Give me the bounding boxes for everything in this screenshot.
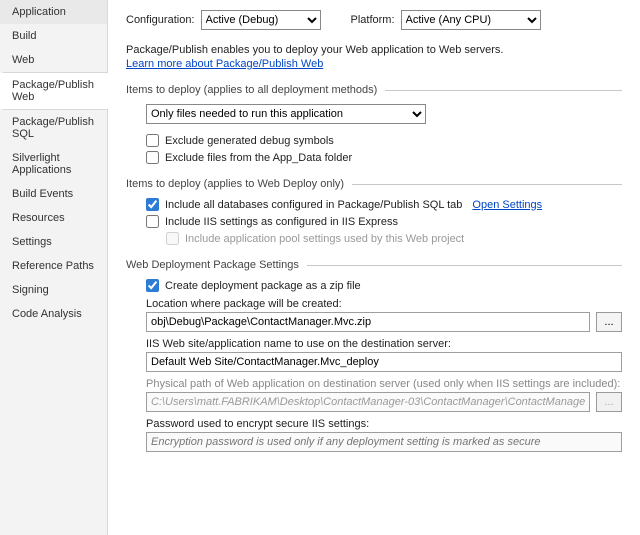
create-zip-checkbox[interactable] bbox=[146, 279, 159, 292]
include-apppool-label: Include application pool settings used b… bbox=[185, 233, 464, 245]
divider bbox=[352, 184, 622, 185]
sidebar-item-build[interactable]: Build bbox=[0, 24, 107, 48]
exclude-debug-label: Exclude generated debug symbols bbox=[165, 135, 334, 147]
include-iis-label: Include IIS settings as configured in II… bbox=[165, 216, 398, 228]
sidebar-item-package-publish-web[interactable]: Package/Publish Web bbox=[0, 72, 108, 110]
group-title: Items to deploy (applies to Web Deploy o… bbox=[126, 178, 344, 190]
sidebar-item-package-publish-sql[interactable]: Package/Publish SQL bbox=[0, 110, 107, 146]
location-label: Location where package will be created: bbox=[146, 298, 622, 310]
items-to-deploy-all-group: Items to deploy (applies to all deployme… bbox=[126, 84, 622, 164]
intro-text: Package/Publish enables you to deploy yo… bbox=[126, 44, 622, 56]
platform-combo[interactable]: Active (Any CPU) bbox=[401, 10, 541, 30]
exclude-appdata-checkbox[interactable] bbox=[146, 151, 159, 164]
items-to-deploy-webdeploy-group: Items to deploy (applies to Web Deploy o… bbox=[126, 178, 622, 245]
physical-path-input bbox=[146, 392, 590, 412]
package-publish-web-panel: Configuration: Active (Debug) Platform: … bbox=[108, 0, 640, 535]
sidebar-item-settings[interactable]: Settings bbox=[0, 230, 107, 254]
sidebar-item-web[interactable]: Web bbox=[0, 48, 107, 72]
iis-site-label: IIS Web site/application name to use on … bbox=[146, 338, 622, 350]
items-to-deploy-combo[interactable]: Only files needed to run this applicatio… bbox=[146, 104, 426, 124]
sidebar-item-application[interactable]: Application bbox=[0, 0, 107, 24]
location-browse-button[interactable]: ... bbox=[596, 312, 622, 332]
sidebar-item-signing[interactable]: Signing bbox=[0, 278, 107, 302]
exclude-appdata-label: Exclude files from the App_Data folder bbox=[165, 152, 352, 164]
include-iis-checkbox[interactable] bbox=[146, 215, 159, 228]
learn-more-link[interactable]: Learn more about Package/Publish Web bbox=[126, 58, 323, 70]
configuration-combo[interactable]: Active (Debug) bbox=[201, 10, 321, 30]
open-settings-link[interactable]: Open Settings bbox=[472, 199, 542, 211]
sidebar-item-silverlight-applications[interactable]: Silverlight Applications bbox=[0, 146, 107, 182]
include-databases-label: Include all databases configured in Pack… bbox=[165, 199, 462, 211]
include-databases-checkbox[interactable] bbox=[146, 198, 159, 211]
platform-label: Platform: bbox=[351, 14, 395, 26]
web-deployment-package-group: Web Deployment Package Settings Create d… bbox=[126, 259, 622, 452]
group-title: Items to deploy (applies to all deployme… bbox=[126, 84, 377, 96]
sidebar-item-build-events[interactable]: Build Events bbox=[0, 182, 107, 206]
divider bbox=[385, 90, 622, 91]
physical-path-browse-button: ... bbox=[596, 392, 622, 412]
properties-tab-sidebar: ApplicationBuildWebPackage/Publish WebPa… bbox=[0, 0, 108, 535]
group-title: Web Deployment Package Settings bbox=[126, 259, 299, 271]
divider bbox=[307, 265, 622, 266]
sidebar-item-reference-paths[interactable]: Reference Paths bbox=[0, 254, 107, 278]
exclude-debug-checkbox[interactable] bbox=[146, 134, 159, 147]
iis-password-label: Password used to encrypt secure IIS sett… bbox=[146, 418, 622, 430]
sidebar-item-resources[interactable]: Resources bbox=[0, 206, 107, 230]
configuration-label: Configuration: bbox=[126, 14, 195, 26]
location-input[interactable] bbox=[146, 312, 590, 332]
create-zip-label: Create deployment package as a zip file bbox=[165, 280, 361, 292]
project-properties-window: ApplicationBuildWebPackage/Publish WebPa… bbox=[0, 0, 640, 535]
sidebar-item-code-analysis[interactable]: Code Analysis bbox=[0, 302, 107, 326]
physical-path-label: Physical path of Web application on dest… bbox=[146, 378, 622, 390]
configuration-row: Configuration: Active (Debug) Platform: … bbox=[126, 10, 622, 30]
include-apppool-checkbox[interactable] bbox=[166, 232, 179, 245]
iis-site-input[interactable] bbox=[146, 352, 622, 372]
iis-password-input bbox=[146, 432, 622, 452]
